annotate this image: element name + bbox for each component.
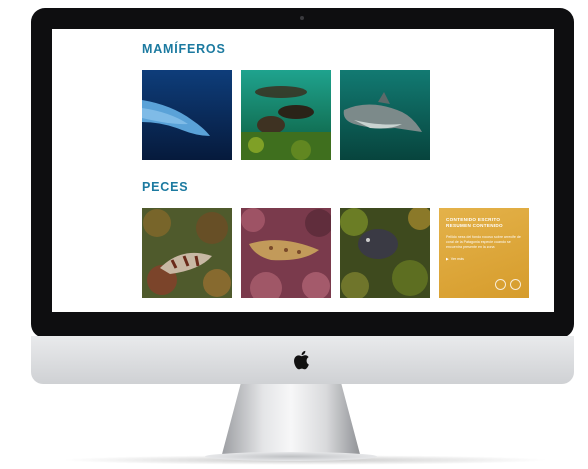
expand-icon[interactable]	[510, 279, 521, 290]
whale-photo[interactable]	[142, 70, 232, 160]
rockfish-photo[interactable]	[142, 208, 232, 298]
monitor-screen: MAMÍFEROS PECES CONTENIDO ESCRITO RESUME…	[52, 29, 554, 312]
section-title-peces: PECES	[142, 180, 189, 194]
dolphin-photo[interactable]	[340, 70, 430, 160]
camera-dot	[300, 16, 304, 20]
info-card-link-label: Ver más	[450, 257, 464, 262]
monitor-stand	[221, 384, 361, 458]
spotted-fish-photo[interactable]	[241, 208, 331, 298]
info-card-text: Pellido ness del fondo rocoso sobre arre…	[446, 235, 521, 250]
section-title-mamiferos: MAMÍFEROS	[142, 42, 226, 56]
monitor-stand-base	[205, 452, 377, 461]
share-icon[interactable]	[495, 279, 506, 290]
apple-logo-icon	[294, 350, 309, 370]
sea-lions-photo[interactable]	[241, 70, 331, 160]
info-card-link[interactable]: ▶ Ver más	[446, 257, 522, 261]
info-card-icons	[495, 279, 521, 290]
info-card[interactable]: CONTENIDO ESCRITO RESUMEN CONTENIDO Pell…	[439, 208, 529, 298]
info-card-title: CONTENIDO ESCRITO RESUMEN CONTENIDO	[446, 217, 503, 228]
dark-fish-photo[interactable]	[340, 208, 430, 298]
arrow-icon: ▶	[446, 257, 449, 262]
